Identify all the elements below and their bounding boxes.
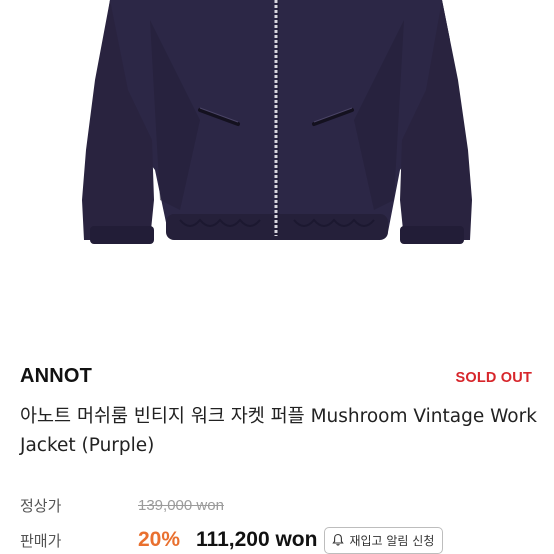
restock-alert-label: 재입고 알림 신청 (349, 533, 435, 548)
jacket-left-cuff (90, 226, 154, 244)
jacket-right-cuff (400, 226, 464, 244)
sale-price: 111,200 won (196, 528, 318, 551)
brand-name[interactable]: ANNOT (20, 365, 92, 388)
sold-out-badge: SOLD OUT (455, 370, 532, 386)
original-price-row: 정상가 139,000 won (20, 492, 224, 518)
discount-rate: 20% (138, 528, 181, 551)
jacket-illustration (82, 0, 472, 244)
original-price: 139,000 won (138, 496, 224, 514)
product-title: 아노트 머쉬룸 빈티지 워크 자켓 퍼플 Mushroom Vintage Wo… (20, 406, 537, 456)
original-price-label: 정상가 (20, 496, 62, 515)
sale-price-row: 판매가 20% 111,200 won 재입고 알림 신청 (20, 526, 444, 554)
bell-icon (332, 533, 345, 546)
product-info: ANNOT SOLD OUT 아노트 머쉬룸 빈티지 워크 자켓 퍼플 Mush… (0, 338, 554, 554)
product-image[interactable] (0, 0, 554, 338)
sale-price-label: 판매가 (20, 531, 62, 550)
restock-alert-button[interactable]: 재입고 알림 신청 (324, 526, 444, 554)
